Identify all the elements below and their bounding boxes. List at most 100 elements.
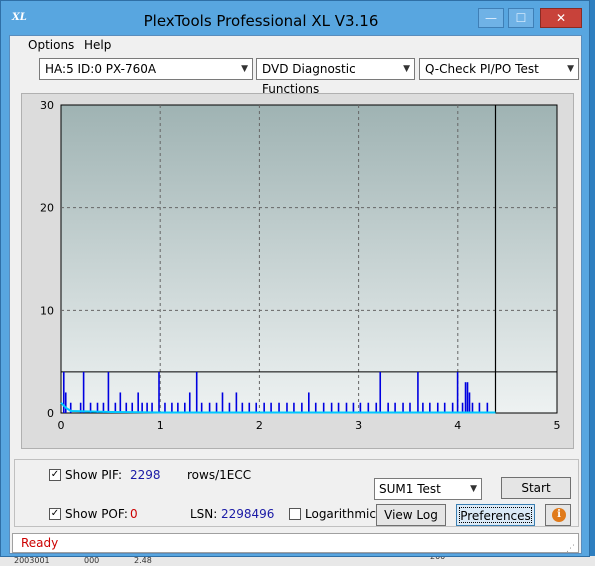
lsn-value: 2298496	[221, 507, 275, 521]
chevron-down-icon: ▼	[403, 64, 410, 74]
pof-value: 0	[130, 507, 138, 521]
pif-bar	[177, 402, 179, 413]
show-pif-checkbox[interactable]: ✓	[49, 469, 61, 481]
pif-bar	[301, 402, 303, 413]
pif-bar	[367, 402, 370, 413]
pif-bar	[464, 382, 467, 413]
minimize-button[interactable]: —	[478, 8, 504, 28]
pif-bar	[235, 392, 238, 413]
pif-bar	[270, 402, 272, 413]
pif-bar	[158, 371, 160, 413]
lsn-label: LSN:	[190, 507, 218, 521]
pif-bar	[456, 371, 459, 413]
pif-bar	[422, 402, 424, 413]
show-pif-label: Show PIF:	[65, 468, 122, 482]
pif-bar	[359, 402, 362, 413]
chevron-down-icon: ▼	[241, 64, 248, 74]
pif-bar	[286, 402, 288, 413]
test-select[interactable]: Q-Check PI/PO Test ▼	[419, 58, 579, 80]
pif-bar	[387, 402, 389, 413]
x-tick-label: 5	[554, 419, 561, 432]
info-icon: i	[552, 508, 566, 522]
pif-bar	[195, 371, 198, 413]
pif-bar	[466, 382, 469, 413]
pif-unit: rows/1ECC	[187, 468, 252, 482]
client-area: Options Help HA:5 ID:0 PX-760A ▼ DVD Dia…	[9, 35, 582, 554]
y-tick-label: 30	[40, 99, 54, 112]
function-select[interactable]: DVD Diagnostic Functions ▼	[256, 58, 415, 96]
pif-bar	[394, 402, 396, 413]
test-select-value: Q-Check PI/PO Test	[425, 62, 539, 76]
drive-select[interactable]: HA:5 ID:0 PX-760A ▼	[39, 58, 253, 80]
pipo-chart: 0 1 2 3 4 5 0 10 20 30	[21, 93, 574, 449]
desktop-strip: 2003001 000 2.48 200	[0, 552, 595, 566]
y-tick-label: 10	[40, 304, 54, 317]
preferences-button[interactable]: Preferences	[456, 504, 535, 526]
x-tick-label: 1	[157, 419, 164, 432]
pif-bar	[263, 402, 265, 413]
pif-bar	[228, 402, 231, 413]
pif-bar	[215, 402, 218, 413]
show-pof-checkbox[interactable]: ✓	[49, 508, 61, 520]
logarithmic-label: Logarithmic	[305, 507, 376, 521]
close-button[interactable]: ✕	[540, 8, 582, 28]
pif-bar	[375, 402, 378, 413]
menu-bar: Options Help	[10, 36, 581, 54]
pif-bar	[200, 402, 203, 413]
x-tick-label: 3	[355, 419, 362, 432]
pif-bar	[461, 402, 464, 413]
title-bar[interactable]: XL PlexTools Professional XL V3.16 — ☐ ✕	[1, 1, 589, 35]
status-bar: Ready ⋰	[12, 533, 579, 554]
info-button[interactable]: i	[545, 504, 571, 526]
maximize-button[interactable]: ☐	[508, 8, 534, 28]
drive-select-value: HA:5 ID:0 PX-760A	[45, 62, 157, 76]
pif-bar	[345, 402, 348, 413]
pif-bar	[322, 402, 325, 413]
view-log-button[interactable]: View Log	[376, 504, 446, 526]
x-tick-label: 0	[58, 419, 65, 432]
pif-bar	[248, 402, 251, 413]
pif-bar	[417, 371, 419, 413]
show-pof-label: Show POF:	[65, 507, 128, 521]
chevron-down-icon: ▼	[567, 64, 574, 74]
pif-bar	[379, 371, 382, 413]
pif-bar	[308, 392, 310, 413]
chart-svg: 0 1 2 3 4 5 0 10 20 30	[40, 99, 561, 432]
pif-bar	[486, 402, 489, 413]
y-tick-label: 20	[40, 202, 54, 215]
pif-bar	[330, 402, 333, 413]
preferences-label: Preferences	[459, 507, 532, 523]
y-tick-label: 0	[47, 407, 54, 420]
pif-bar	[293, 402, 295, 413]
pif-bar	[429, 402, 431, 413]
menu-options[interactable]: Options	[28, 38, 74, 52]
status-text: Ready	[21, 536, 59, 550]
pif-bar	[221, 392, 224, 413]
pif-bar	[208, 402, 211, 413]
background-text: 2.48	[134, 556, 152, 565]
pif-bar	[278, 402, 280, 413]
plextools-window: XL PlexTools Professional XL V3.16 — ☐ ✕…	[0, 0, 590, 557]
pif-bar	[255, 402, 258, 413]
pif-bar	[402, 402, 404, 413]
pif-bar	[314, 402, 317, 413]
pif-bar	[471, 402, 474, 413]
pif-bar	[137, 392, 139, 413]
sum-test-select[interactable]: SUM1 Test ▼	[374, 478, 482, 500]
pif-value: 2298	[130, 468, 161, 482]
menu-help[interactable]: Help	[84, 38, 111, 52]
logarithmic-checkbox[interactable]	[289, 508, 301, 520]
pif-bar	[119, 392, 122, 413]
pif-bar	[107, 371, 110, 413]
pif-bar	[478, 402, 481, 413]
options-panel: ✓ Show PIF: 2298 rows/1ECC ✓ Show POF: 0…	[14, 459, 579, 527]
pif-bar	[352, 402, 355, 413]
resize-grip-icon[interactable]: ⋰	[566, 540, 578, 554]
pif-bar	[468, 392, 471, 413]
sum-test-value: SUM1 Test	[379, 482, 441, 496]
start-button[interactable]: Start	[501, 477, 571, 499]
x-tick-label: 2	[256, 419, 263, 432]
pif-bar	[443, 402, 446, 413]
background-text: 000	[84, 556, 100, 565]
pif-bar	[337, 402, 340, 413]
